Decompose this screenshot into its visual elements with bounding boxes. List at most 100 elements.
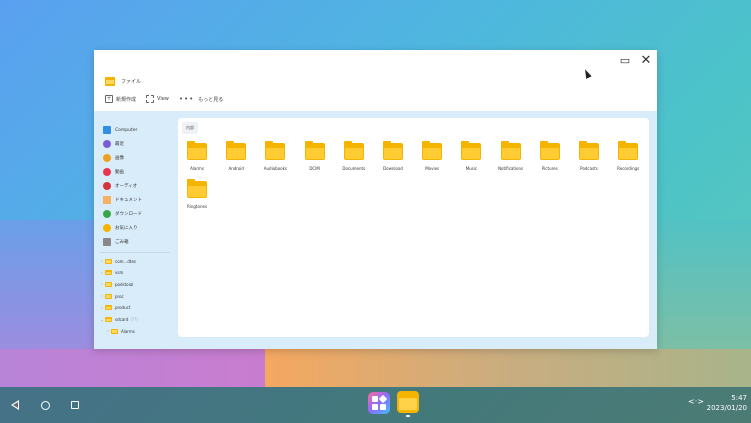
tree-item-sub: (??) (130, 317, 138, 322)
new-label: 新規作成 (116, 96, 137, 103)
folder-icon (422, 141, 443, 160)
folder-icon (226, 141, 247, 160)
file-manager-window: ▭ ✕ ファイル + 新規作成 View ••• もっと見る Computer 最… (94, 50, 657, 349)
folder-icon (383, 141, 403, 160)
sidebar-item-label: ダウンロード (115, 212, 142, 217)
folder-icon (579, 141, 599, 160)
tree-item[interactable]: › product (99, 303, 130, 313)
trash-icon (103, 238, 111, 246)
view-label: View (157, 96, 169, 102)
back-icon[interactable] (9, 399, 21, 411)
computer-icon (103, 126, 111, 134)
folder-label: Alarms (190, 166, 204, 171)
folder-icon (105, 293, 112, 299)
folder-item[interactable]: Notifications (495, 141, 527, 175)
clock-time: 5:47 (731, 394, 747, 402)
folder-item[interactable]: Audiobooks (259, 141, 291, 175)
folder-label: Recordings (617, 166, 640, 171)
view-button[interactable]: View (146, 95, 169, 103)
tree-item-label: sdcard (115, 317, 129, 322)
folder-label: DCIM (309, 166, 320, 171)
more-dots-icon: ••• (178, 94, 195, 103)
download-icon (103, 210, 111, 218)
folder-label: Ringtones (186, 204, 208, 209)
sidebar-item-download[interactable]: ダウンロード (103, 208, 142, 220)
sidebar-item-video[interactable]: 動画 (103, 166, 124, 178)
folder-icon (111, 328, 118, 334)
sidebar-item-label: 最近 (115, 142, 124, 147)
sidebar-item-audio[interactable]: オーディオ (103, 180, 137, 192)
body-area: Computer 最近画像動画オーディオドキュメント ダウンロード お気に入りごみ箱 ›… (94, 111, 657, 349)
app-title: ファイル (121, 78, 142, 85)
folder-icon (187, 179, 207, 198)
close-icon[interactable]: ✕ (639, 54, 653, 68)
folder-label: Music (465, 166, 478, 171)
folder-item[interactable]: Download (377, 141, 409, 175)
tree-item[interactable]: › podstoial (99, 279, 133, 289)
document-icon (103, 196, 111, 204)
folder-icon (461, 141, 482, 160)
folder-label: Notifications (498, 166, 524, 171)
sidebar-item-computer[interactable]: Computer (103, 124, 137, 136)
recent-icon (103, 140, 111, 148)
folder-item[interactable]: Recordings (612, 141, 644, 175)
sidebar-item-label: お気に入り (115, 226, 138, 231)
recents-icon[interactable] (69, 399, 81, 411)
sidebar-divider (100, 252, 170, 253)
video-icon (103, 168, 111, 176)
sidebar-item-document[interactable]: ドキュメント (103, 194, 142, 206)
folder-icon (618, 141, 639, 160)
folder-item[interactable]: Music (455, 141, 487, 175)
new-button[interactable]: + 新規作成 (105, 95, 136, 103)
wallpaper-bottom-left (0, 349, 265, 387)
plus-icon: + (105, 95, 113, 103)
app-drawer-icon[interactable] (368, 392, 390, 414)
view-icon (146, 95, 155, 103)
sidebar-item-label: 動画 (115, 170, 124, 175)
file-grid: 内部 Alarms Android Audiobooks DCIM Documents D… (178, 118, 649, 337)
folder-item[interactable]: Movies (416, 141, 448, 175)
tree-item[interactable]: › Alarms (105, 326, 135, 336)
tree-item[interactable]: › com...dtes (99, 256, 136, 266)
files-app-icon[interactable] (397, 391, 419, 413)
more-label: もっと見る (198, 96, 224, 103)
more-button[interactable]: ••• もっと見る (178, 94, 224, 103)
title-bar[interactable]: ▭ ✕ (94, 50, 657, 72)
audio-icon (103, 182, 111, 190)
folder-icon (500, 141, 521, 160)
folder-item[interactable]: Documents (338, 141, 370, 175)
sidebar-item-star[interactable]: お気に入り (103, 222, 138, 234)
folder-icon (265, 141, 286, 160)
sidebar-item-label: オーディオ (115, 184, 138, 189)
tree-item[interactable]: › vsm (99, 268, 123, 278)
tree-item-label: com...dtes (115, 258, 137, 264)
network-icon[interactable]: <·> (688, 397, 704, 407)
folder-item[interactable]: Alarms (181, 141, 213, 175)
breadcrumb[interactable]: 内部 (182, 122, 198, 134)
file-manager-icon (105, 76, 115, 86)
sidebar-item-trash[interactable]: ごみ箱 (103, 236, 129, 248)
folder-icon (187, 141, 207, 160)
folder-item[interactable]: Pictures (534, 141, 566, 175)
wallpaper-right (657, 220, 751, 349)
wallpaper-bottom-right (265, 349, 751, 387)
tree-item[interactable]: › proc (99, 291, 124, 301)
sidebar: Computer 最近画像動画オーディオドキュメント ダウンロード お気に入りごみ箱 ›… (94, 111, 174, 349)
folder-item[interactable]: DCIM (299, 141, 331, 175)
sidebar-item-label: 画像 (115, 156, 124, 161)
folder-icon (539, 141, 560, 160)
wallpaper-left (0, 220, 94, 349)
clock[interactable]: 5:47 2023/01/20 (703, 393, 747, 413)
sidebar-item-image[interactable]: 画像 (103, 152, 124, 164)
home-icon[interactable] (39, 399, 51, 411)
restore-icon[interactable]: ▭ (618, 54, 632, 68)
folder-item[interactable]: Android (220, 141, 252, 175)
sidebar-item-label: ドキュメント (115, 198, 142, 203)
folder-item[interactable]: Ringtones (181, 179, 213, 213)
folder-icon (304, 141, 325, 160)
sidebar-item-recent[interactable]: 最近 (103, 138, 124, 150)
toolbar: + 新規作成 View ••• もっと見る (105, 93, 233, 105)
folder-icon (105, 258, 112, 264)
tree-item[interactable]: ⌄ sdcard (??) (99, 315, 138, 325)
folder-item[interactable]: Podcasts (573, 141, 605, 175)
